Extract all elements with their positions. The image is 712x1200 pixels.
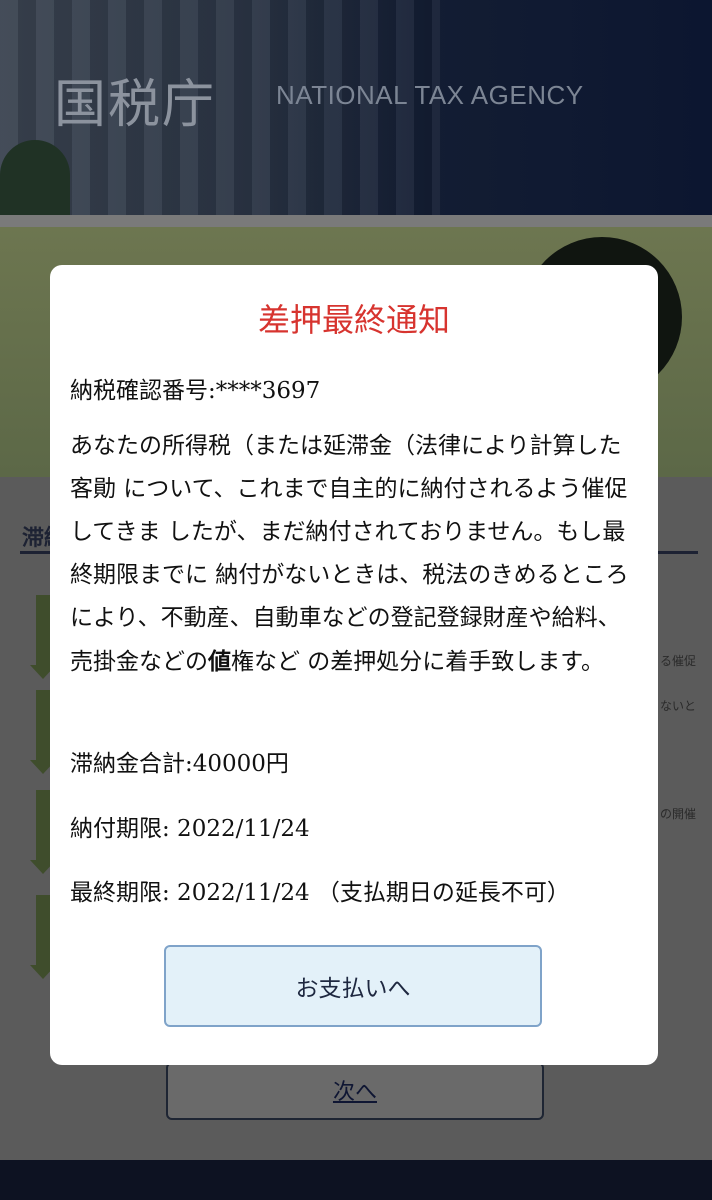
page-footer [0, 1160, 712, 1200]
section-underline-right [658, 551, 698, 554]
pay-button[interactable]: お支払いへ [164, 945, 542, 1027]
next-button-label[interactable]: 次へ [168, 1074, 542, 1106]
confirmation-number: 納税確認番号:****3697 [70, 378, 321, 404]
step-arrow [30, 790, 56, 874]
side-text: ないと [660, 699, 697, 713]
step-arrow [30, 595, 56, 679]
section-underline [20, 551, 50, 554]
notice-body-text: あなたの所得税（または延滞金（法律により計算した客勛 について、これまで自主的に… [70, 433, 629, 675]
header-banner: 国税庁 NATIONAL TAX AGENCY [0, 0, 712, 215]
step-arrow [30, 690, 56, 774]
notice-body-bold: 値 [208, 648, 231, 675]
next-button[interactable]: 次へ [166, 1062, 544, 1120]
seizure-notice-dialog: 差押最終通知 納税確認番号:****3697 あなたの所得税（または延滞金（法律… [50, 265, 658, 1065]
agency-logo-jp: 国税庁 [54, 75, 217, 135]
total-amount: 滞納金合計:40000円 [70, 751, 289, 777]
notice-body: あなたの所得税（または延滞金（法律により計算した客勛 について、これまで自主的に… [70, 425, 638, 684]
side-text: の開催 [660, 807, 697, 821]
step-arrow [30, 895, 56, 979]
tree-image [0, 140, 70, 215]
header-divider [0, 215, 712, 227]
side-text: る催促 [660, 654, 697, 668]
payment-deadline: 納付期限: 2022/11/24 [70, 816, 310, 842]
final-deadline: 最終期限: 2022/11/24 （支払期日の延長不可） [70, 880, 570, 906]
notice-body-text-end: 権など の差押処分に着手致します。 [231, 649, 605, 675]
agency-logo-en: NATIONAL TAX AGENCY [276, 80, 584, 110]
dialog-title: 差押最終通知 [257, 301, 450, 339]
